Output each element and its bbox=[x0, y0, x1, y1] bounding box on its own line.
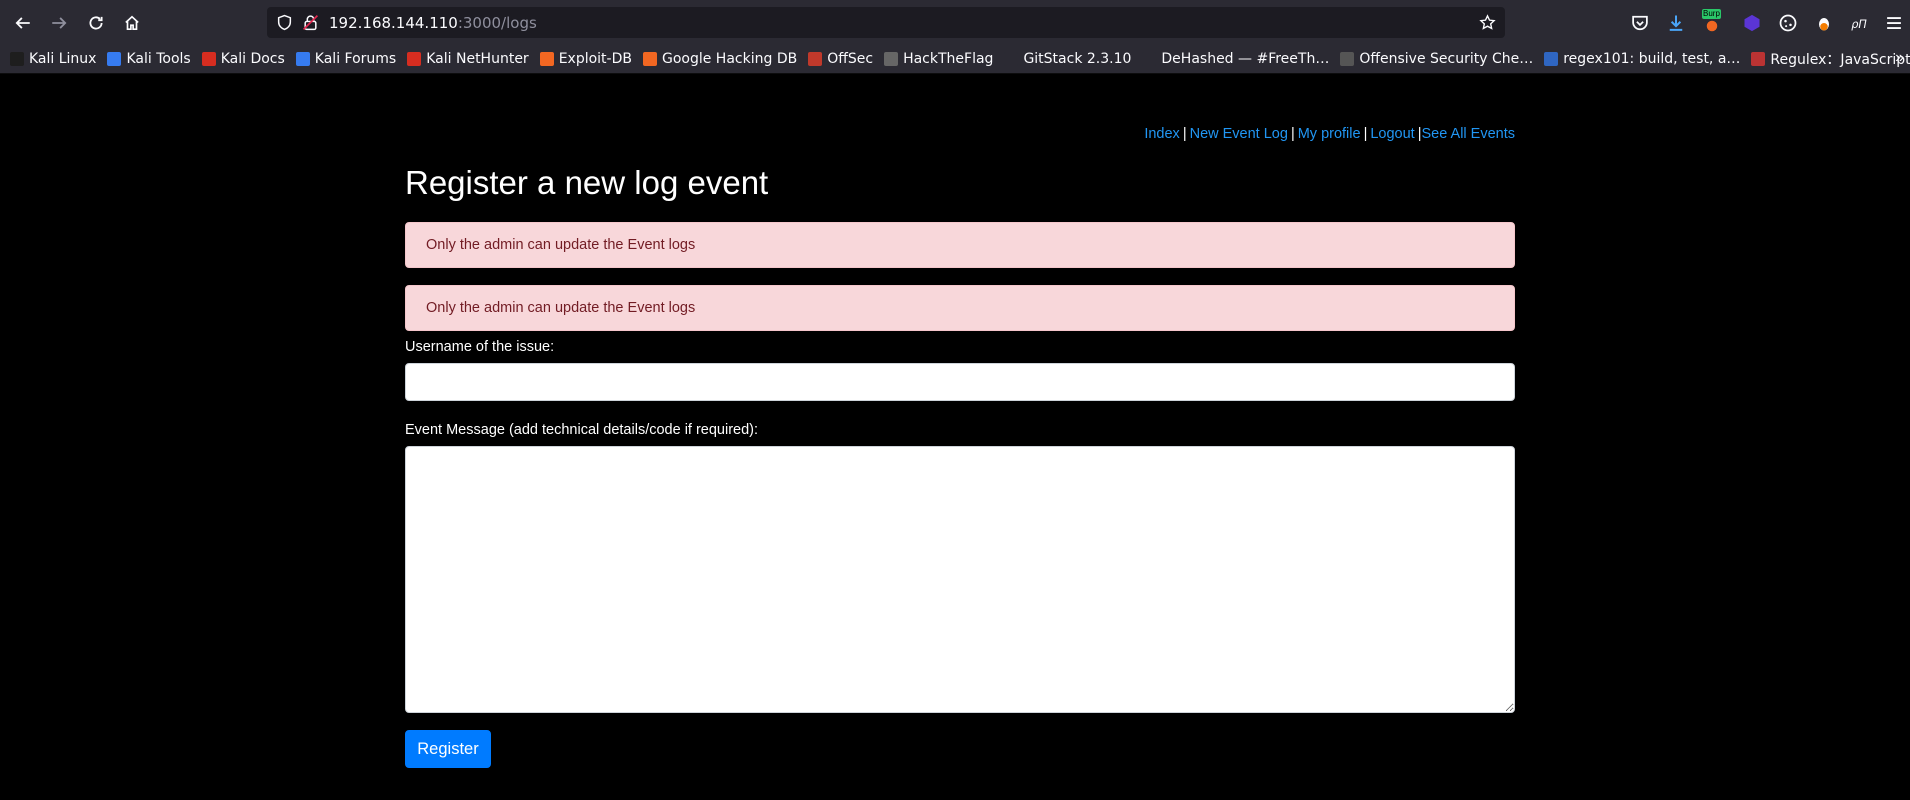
browser-toolbar: 192.168.144.110:3000/logs Burp ρΠ bbox=[0, 0, 1910, 45]
shield-icon[interactable] bbox=[276, 14, 293, 31]
bookmark-item[interactable]: Kali NetHunter bbox=[407, 51, 529, 67]
pocket-icon[interactable] bbox=[1630, 13, 1650, 33]
bookmark-item[interactable]: Exploit-DB bbox=[539, 51, 632, 67]
bookmark-label: Offensive Security Che… bbox=[1359, 51, 1534, 67]
home-icon bbox=[125, 15, 139, 31]
cookie-icon[interactable] bbox=[1778, 13, 1798, 33]
bookmark-label: GitStack 2.3.10 bbox=[1023, 51, 1132, 67]
bookmark-item[interactable]: OffSec bbox=[808, 51, 873, 67]
nav-new-event-log-link[interactable]: New Event Log bbox=[1190, 126, 1288, 142]
extension-icon[interactable] bbox=[1742, 13, 1762, 33]
bookmark-item[interactable]: Kali Forums bbox=[295, 51, 397, 67]
bookmark-favicon-icon bbox=[539, 52, 554, 66]
bookmark-favicon-icon bbox=[642, 52, 657, 66]
nav-my-profile-link[interactable]: My profile bbox=[1298, 126, 1361, 142]
nav-separator: | bbox=[1290, 126, 1295, 142]
event-message-label: Event Message (add technical details/cod… bbox=[405, 422, 759, 438]
error-alert: Only the admin can update the Event logs bbox=[405, 222, 1515, 268]
register-button[interactable]: Register bbox=[405, 730, 491, 768]
bookmark-item[interactable]: Regulex：JavaScript R… bbox=[1751, 49, 1910, 69]
back-button[interactable] bbox=[7, 7, 39, 39]
bookmark-favicon-icon bbox=[201, 52, 216, 66]
bookmark-item[interactable]: Offensive Security Che… bbox=[1340, 51, 1533, 67]
nav-index-link[interactable]: Index bbox=[1144, 126, 1179, 142]
bookmark-item[interactable]: regex101: build, test, a… bbox=[1544, 51, 1740, 67]
event-message-textarea[interactable] bbox=[405, 446, 1515, 713]
reload-icon bbox=[89, 16, 103, 30]
svg-text:ρΠ: ρΠ bbox=[1851, 18, 1867, 31]
extension-icon[interactable] bbox=[1814, 13, 1834, 33]
error-alert: Only the admin can update the Event logs bbox=[405, 285, 1515, 331]
bookmark-label: Kali Linux bbox=[29, 51, 97, 67]
home-button[interactable] bbox=[116, 7, 148, 39]
bookmark-label: regex101: build, test, a… bbox=[1563, 51, 1741, 67]
nav-see-all-events-link[interactable]: See All Events bbox=[1422, 126, 1516, 142]
bookmarks-toolbar: Kali Linux Kali Tools Kali Docs Kali Forums… bbox=[0, 45, 1910, 74]
bookmark-favicon-icon bbox=[1142, 52, 1157, 66]
bookmark-label: Google Hacking DB bbox=[661, 51, 798, 67]
bookmark-item[interactable]: Kali Linux bbox=[10, 51, 96, 67]
url-host: 192.168.144.110 bbox=[329, 14, 458, 32]
bookmark-label: Kali Forums bbox=[314, 51, 397, 67]
bookmarks-overflow-icon[interactable]: » bbox=[1895, 49, 1904, 67]
bookmark-favicon-icon bbox=[295, 52, 310, 66]
forward-button[interactable] bbox=[43, 7, 75, 39]
burp-badge: Burp bbox=[1702, 9, 1721, 19]
bookmark-favicon-icon bbox=[808, 52, 823, 66]
bookmark-favicon-icon bbox=[107, 52, 122, 66]
bookmark-label: Kali Tools bbox=[126, 51, 191, 67]
bookmark-label: HackTheFlag bbox=[903, 51, 994, 67]
burp-extension[interactable]: Burp bbox=[1702, 9, 1724, 33]
bookmark-item[interactable]: Kali Docs bbox=[201, 51, 285, 67]
nav-separator: | bbox=[1182, 126, 1187, 142]
bookmark-star-icon[interactable] bbox=[1479, 14, 1496, 31]
bookmark-item[interactable]: GitStack 2.3.10 bbox=[1004, 51, 1131, 67]
bookmark-favicon-icon bbox=[10, 52, 24, 66]
username-label: Username of the issue: bbox=[405, 339, 555, 355]
burp-icon bbox=[1706, 20, 1718, 32]
bookmark-item[interactable]: DeHashed — #FreeTh… bbox=[1142, 51, 1329, 67]
forward-icon bbox=[52, 17, 67, 29]
page-content: Index | New Event Log | My profile | Logout |Se… bbox=[0, 74, 1910, 800]
nav-logout-link[interactable]: Logout bbox=[1370, 126, 1414, 142]
nav-separator: | bbox=[1363, 126, 1368, 142]
bookmark-item[interactable]: HackTheFlag bbox=[884, 51, 993, 67]
bookmark-favicon-icon bbox=[1340, 52, 1355, 66]
bookmark-item[interactable]: Google Hacking DB bbox=[642, 51, 798, 67]
top-navigation: Index | New Event Log | My profile | Logout |Se… bbox=[1144, 126, 1515, 142]
bookmark-favicon-icon bbox=[407, 52, 422, 66]
url-bar[interactable]: 192.168.144.110:3000/logs bbox=[267, 7, 1505, 38]
extension-icon[interactable]: ρΠ bbox=[1850, 13, 1870, 33]
bookmark-label: Kali NetHunter bbox=[426, 51, 529, 67]
bookmark-favicon-icon bbox=[1544, 52, 1559, 66]
bookmark-item[interactable]: Kali Tools bbox=[107, 51, 191, 67]
url-text[interactable]: 192.168.144.110:3000/logs bbox=[329, 14, 537, 32]
download-icon[interactable] bbox=[1666, 13, 1686, 33]
page-title: Register a new log event bbox=[405, 164, 769, 201]
bookmark-label: Regulex：JavaScript R… bbox=[1770, 52, 1910, 68]
bookmark-favicon-icon bbox=[1004, 52, 1019, 66]
bookmark-favicon-icon bbox=[1751, 52, 1766, 66]
bookmark-label: Kali Docs bbox=[220, 51, 285, 67]
back-icon bbox=[15, 17, 30, 29]
browser-chrome: 192.168.144.110:3000/logs Burp ρΠ Kali L… bbox=[0, 0, 1910, 74]
lock-icon[interactable] bbox=[302, 14, 319, 31]
reload-button[interactable] bbox=[80, 7, 112, 39]
username-input[interactable] bbox=[405, 363, 1515, 401]
bookmark-label: Exploit-DB bbox=[558, 51, 632, 67]
bookmark-favicon-icon bbox=[884, 52, 899, 66]
bookmark-label: OffSec bbox=[827, 51, 874, 67]
url-path: :3000/logs bbox=[457, 14, 537, 32]
menu-icon[interactable] bbox=[1884, 13, 1904, 33]
bookmark-label: DeHashed — #FreeTh… bbox=[1161, 51, 1330, 67]
